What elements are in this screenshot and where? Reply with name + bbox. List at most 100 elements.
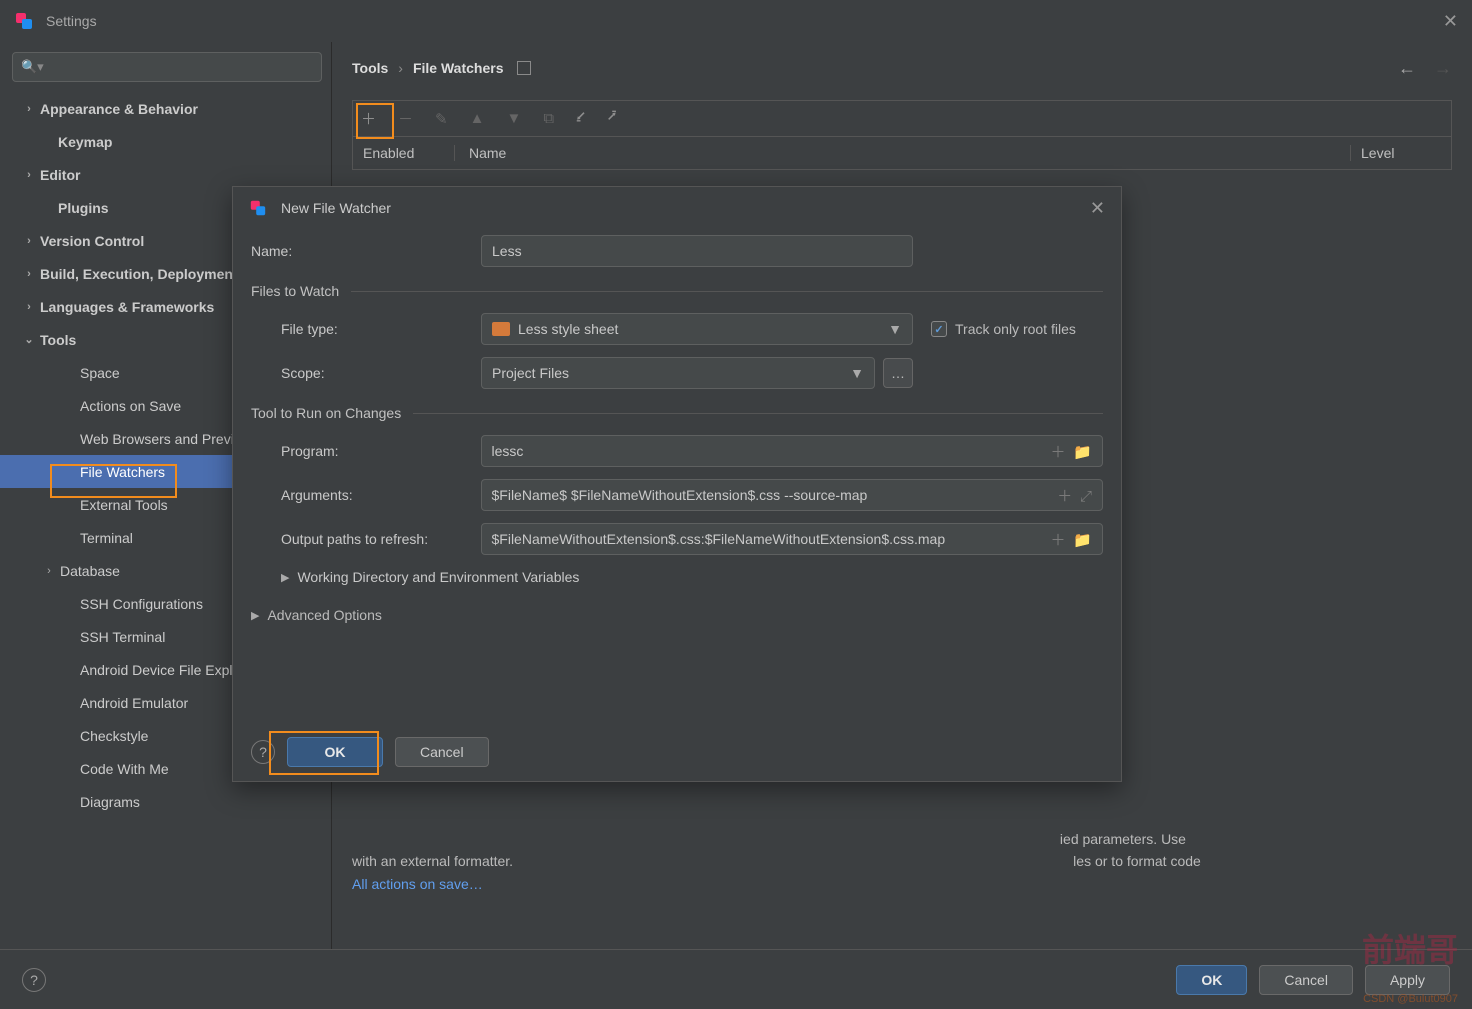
sidebar-item-label: Plugins [58, 200, 109, 216]
dialog-cancel-button[interactable]: Cancel [395, 737, 489, 767]
sidebar-item-label: File Watchers [80, 464, 165, 480]
output-paths-label: Output paths to refresh: [281, 531, 481, 547]
scope-browse-button[interactable]: … [883, 358, 913, 388]
dialog-ok-button[interactable]: OK [287, 737, 383, 767]
search-icon: 🔍▾ [21, 59, 44, 75]
sidebar-item-label: Editor [40, 167, 80, 183]
arguments-label: Arguments: [281, 487, 481, 503]
chevron-down-icon: ▼ [888, 321, 902, 337]
main-cancel-button[interactable]: Cancel [1259, 965, 1353, 995]
advanced-options-expander[interactable]: ▶ Advanced Options [251, 607, 1103, 623]
breadcrumb: Tools › File Watchers ← → [332, 42, 1472, 82]
edit-button: ✎ [435, 110, 448, 128]
expand-arrow-icon: ▶ [281, 571, 289, 584]
watermark-cn: 前端哥 [1362, 925, 1458, 971]
breadcrumb-leaf: File Watchers [413, 60, 504, 76]
file-type-label: File type: [281, 321, 481, 337]
dialog-title: New File Watcher [281, 200, 391, 216]
search-input[interactable]: 🔍▾ [12, 52, 322, 82]
output-paths-input[interactable]: $FileNameWithoutExtension$.css:$FileName… [481, 523, 1104, 555]
titlebar: Settings ✕ [0, 0, 1472, 42]
arguments-input[interactable]: $FileName$ $FileNameWithoutExtension$.cs… [481, 479, 1104, 511]
sidebar-item-label: External Tools [80, 497, 168, 513]
track-root-label: Track only root files [955, 321, 1076, 337]
sidebar-item-label: Tools [40, 332, 76, 348]
insert-macro-icon[interactable]: ＋ [1051, 444, 1066, 461]
sidebar-item-label: SSH Configurations [80, 596, 203, 612]
dialog-help-button[interactable]: ? [251, 740, 275, 764]
chevron-icon: › [22, 301, 36, 313]
sidebar-item-label: Diagrams [80, 794, 140, 810]
col-enabled: Enabled [353, 145, 455, 161]
sidebar-item-label: Android Emulator [80, 695, 188, 711]
all-actions-link[interactable]: All actions on save… [352, 873, 1452, 895]
less-file-icon [492, 322, 510, 336]
sidebar-item-label: Appearance & Behavior [40, 101, 198, 117]
chevron-icon: › [22, 235, 36, 247]
program-input[interactable]: lessc ＋ 📁 [481, 435, 1104, 467]
chevron-icon: › [22, 268, 36, 280]
chevron-icon: › [22, 169, 36, 181]
sidebar-item-label: Web Browsers and Preview [80, 431, 252, 447]
chevron-icon: ⌄ [22, 333, 36, 346]
help-button[interactable]: ? [22, 968, 46, 992]
expand-icon[interactable]: ⤢ [1080, 488, 1092, 505]
app-logo-icon [14, 11, 34, 31]
program-label: Program: [281, 443, 481, 459]
down-button: ▼ [506, 110, 521, 127]
expand-arrow-icon: ▶ [251, 609, 259, 622]
working-directory-expander[interactable]: ▶ Working Directory and Environment Vari… [281, 569, 1103, 585]
sidebar-item-label: Space [80, 365, 120, 381]
back-arrow-icon[interactable]: ← [1398, 58, 1416, 79]
insert-macro-icon[interactable]: ＋ [1051, 532, 1066, 549]
new-watcher-dialog: New File Watcher ✕ Name: Less Files to W… [232, 186, 1122, 782]
settings-bottombar: ? OK Cancel Apply [0, 949, 1472, 1009]
files-to-watch-section: Files to Watch [251, 283, 339, 299]
sidebar-item-label: Database [60, 563, 120, 579]
remove-button: － [398, 108, 413, 129]
track-root-checkbox[interactable]: ✓ [931, 321, 947, 337]
hint-text: ied parameters. Use with an external for… [352, 828, 1452, 895]
sidebar-item-label: Build, Execution, Deployment [40, 266, 238, 282]
browse-folder-icon[interactable]: 📁 [1073, 532, 1092, 549]
forward-arrow-icon: → [1434, 58, 1452, 79]
chevron-icon: › [42, 565, 56, 577]
sidebar-item-label: Code With Me [80, 761, 169, 777]
scope-select[interactable]: Project Files▼ [481, 357, 875, 389]
watermark-csdn: CSDN @Bulut0907 [1363, 993, 1458, 1005]
file-type-select[interactable]: Less style sheet ▼ [481, 313, 913, 345]
main-ok-button[interactable]: OK [1176, 965, 1247, 995]
sidebar-item-diagrams[interactable]: Diagrams [0, 785, 331, 818]
close-icon[interactable]: ✕ [1443, 11, 1458, 32]
import-button[interactable]: ⭹ [576, 106, 585, 131]
watchers-table-header: Enabled Name Level [352, 136, 1452, 170]
export-button[interactable]: ⭷ [607, 106, 616, 131]
browse-folder-icon[interactable]: 📁 [1073, 444, 1092, 461]
name-input[interactable]: Less [481, 235, 913, 267]
breadcrumb-root[interactable]: Tools [352, 60, 388, 76]
dialog-close-icon[interactable]: ✕ [1090, 198, 1105, 219]
watchers-toolbar: ＋ － ✎ ▲ ▼ ⧉ ⭹ ⭷ [352, 100, 1452, 136]
dialog-logo-icon [249, 199, 267, 217]
col-level: Level [1351, 145, 1451, 161]
scope-label: Scope: [281, 365, 481, 381]
chevron-icon: › [22, 103, 36, 115]
sidebar-item-label: Checkstyle [80, 728, 148, 744]
name-label: Name: [251, 243, 481, 259]
sidebar-item-label: Actions on Save [80, 398, 181, 414]
tool-to-run-section: Tool to Run on Changes [251, 405, 401, 421]
scope-box-icon [517, 61, 531, 75]
sidebar-item-label: Android Device File Explorer [80, 662, 257, 678]
copy-button: ⧉ [543, 110, 554, 127]
chevron-down-icon: ▼ [850, 365, 864, 381]
sidebar-item-label: Languages & Frameworks [40, 299, 214, 315]
add-button[interactable]: ＋ [361, 108, 376, 129]
up-button: ▲ [470, 110, 485, 127]
sidebar-item-label: Terminal [80, 530, 133, 546]
col-name: Name [455, 145, 1351, 161]
sidebar-item-appearance-behavior[interactable]: › Appearance & Behavior [0, 92, 331, 125]
insert-macro-icon[interactable]: ＋ [1057, 488, 1072, 505]
sidebar-item-label: SSH Terminal [80, 629, 165, 645]
sidebar-item-label: Keymap [58, 134, 112, 150]
sidebar-item-keymap[interactable]: Keymap [0, 125, 331, 158]
